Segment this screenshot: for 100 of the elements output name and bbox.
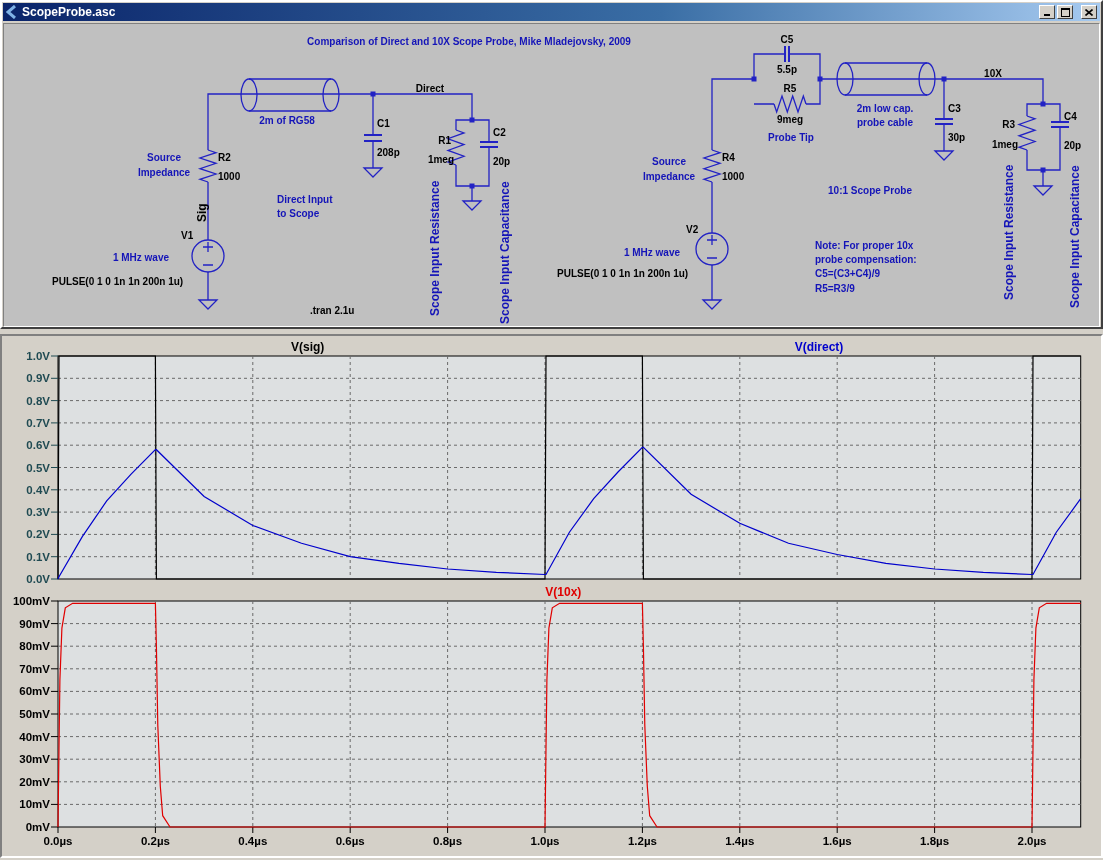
y-tick-label: 10mV: [19, 798, 50, 811]
component-label: C3: [948, 103, 961, 114]
maximize-icon: [1060, 7, 1070, 17]
x-tick-label: 1.2µs: [627, 835, 657, 847]
comment-text: 10:1 Scope Probe: [828, 185, 912, 196]
x-tick-label: 2.0µs: [1017, 835, 1047, 847]
resistor-symbol: [1017, 115, 1037, 151]
spice-directive: .tran 2.1u: [310, 305, 355, 316]
maximize-button[interactable]: [1057, 5, 1073, 19]
comment-text: Scope Input Resistance: [1002, 164, 1016, 300]
comment-text: C5=(C3+C4)/9: [815, 268, 881, 279]
component-label: 1meg: [427, 154, 454, 165]
y-tick-label: 0.7V: [26, 416, 50, 429]
y-tick-label: 80mV: [19, 640, 50, 653]
comment-text: Source: [147, 152, 181, 163]
x-tick-label: 1.4µs: [725, 835, 755, 847]
y-tick-label: 0.6V: [26, 439, 50, 452]
close-icon: [1085, 8, 1093, 16]
resistor-symbol: [701, 149, 723, 183]
component-label: 1000: [218, 171, 241, 182]
capacitor-symbol: [784, 45, 790, 63]
y-tick-label: 90mV: [19, 617, 50, 630]
component-label: R1: [438, 135, 451, 146]
comment-text: 2m low cap.: [856, 103, 914, 114]
comment-text: probe cable: [856, 117, 914, 128]
comment-text: Direct Input: [277, 194, 333, 205]
close-button[interactable]: [1081, 5, 1097, 19]
comment-text: 2m of RG58: [259, 115, 315, 126]
voltage-source-symbol: [191, 239, 225, 273]
y-tick-label: 20mV: [19, 775, 50, 788]
x-tick-label: 1.6µs: [822, 835, 852, 847]
y-tick-label: 0.3V: [26, 506, 50, 519]
component-label: 20p: [1064, 140, 1082, 151]
component-label: 5.5p: [777, 64, 797, 75]
component-label: 1meg: [991, 139, 1018, 150]
component-label: V2: [686, 224, 699, 235]
net-label: 10X: [984, 68, 1002, 79]
ground-symbol: [1032, 185, 1054, 196]
x-tick-label: 0.4µs: [238, 835, 268, 847]
comment-text: Scope Input Capacitance: [498, 181, 512, 324]
component-label: PULSE(0 1 0 1n 1n 200n 1u): [52, 276, 184, 287]
y-tick-label: 30mV: [19, 753, 50, 766]
comment-text: Scope Input Resistance: [428, 180, 442, 316]
y-tick-label: 0.5V: [26, 461, 50, 474]
comment-text: probe compensation:: [815, 254, 917, 265]
y-tick-label: 0.0V: [26, 573, 50, 585]
comment-text: 1 MHz wave: [623, 247, 681, 258]
component-label: 1000: [722, 171, 745, 182]
y-tick-label: 100mV: [12, 595, 50, 607]
component-label: R2: [218, 152, 231, 163]
ground-symbol: [362, 167, 384, 178]
component-label: V1: [181, 230, 194, 241]
comment-text: 1 MHz wave: [112, 252, 170, 263]
y-tick-label: 0.1V: [26, 550, 50, 563]
x-tick-label: 0.8µs: [433, 835, 463, 847]
voltage-source-symbol: [695, 232, 729, 266]
ground-symbol: [933, 150, 955, 161]
resistor-symbol: [773, 93, 807, 115]
minimize-button[interactable]: [1039, 5, 1055, 19]
y-tick-label: 50mV: [19, 708, 50, 720]
component-label: R4: [722, 152, 735, 163]
component-label: PULSE(0 1 0 1n 1n 200n 1u): [557, 268, 689, 279]
comment-text: Probe Tip: [768, 132, 814, 143]
ground-symbol: [701, 299, 723, 310]
comment-text: Scope Input Capacitance: [1068, 165, 1082, 308]
y-tick-label: 0.9V: [26, 372, 50, 385]
x-tick-label: 1.0µs: [530, 835, 560, 847]
capacitor-symbol: [479, 141, 499, 148]
component-label: 9meg: [776, 114, 804, 125]
y-tick-label: 60mV: [19, 685, 50, 698]
component-label: C1: [377, 118, 390, 129]
y-tick-label: 40mV: [19, 730, 50, 743]
net-label: Sig: [195, 203, 209, 222]
component-label: C5: [780, 34, 794, 45]
ground-symbol: [461, 200, 483, 211]
component-label: C4: [1064, 111, 1077, 122]
component-label: R3: [1002, 119, 1015, 130]
comment-text: Impedance: [137, 167, 191, 178]
component-label: C2: [493, 127, 506, 138]
app-icon: [6, 5, 16, 19]
x-tick-label: 0.2µs: [140, 835, 170, 847]
capacitor-symbol: [934, 118, 954, 125]
comment-text: to Scope: [277, 208, 320, 219]
ground-symbol: [197, 299, 219, 310]
trace-label[interactable]: V(sig): [291, 340, 325, 354]
y-tick-label: 70mV: [19, 662, 50, 675]
net-label: Direct: [415, 83, 445, 94]
capacitor-symbol: [1050, 121, 1070, 128]
trace-label[interactable]: V(direct): [794, 340, 844, 354]
window-title: ScopeProbe.asc: [22, 5, 117, 19]
resistor-symbol: [197, 149, 219, 183]
capacitor-symbol: [363, 134, 383, 142]
x-tick-label: 0.6µs: [335, 835, 365, 847]
x-tick-label: 1.8µs: [920, 835, 950, 847]
schematic-title: Comparison of Direct and 10X Scope Probe, Mike Mladejovsky, 2009: [307, 36, 631, 47]
y-tick-label: 1.0V: [26, 350, 50, 362]
comment-text: Source: [652, 156, 686, 167]
component-label: 30p: [948, 132, 966, 143]
y-tick-label: 0.4V: [26, 483, 50, 496]
x-tick-label: 0.0µs: [43, 835, 73, 847]
